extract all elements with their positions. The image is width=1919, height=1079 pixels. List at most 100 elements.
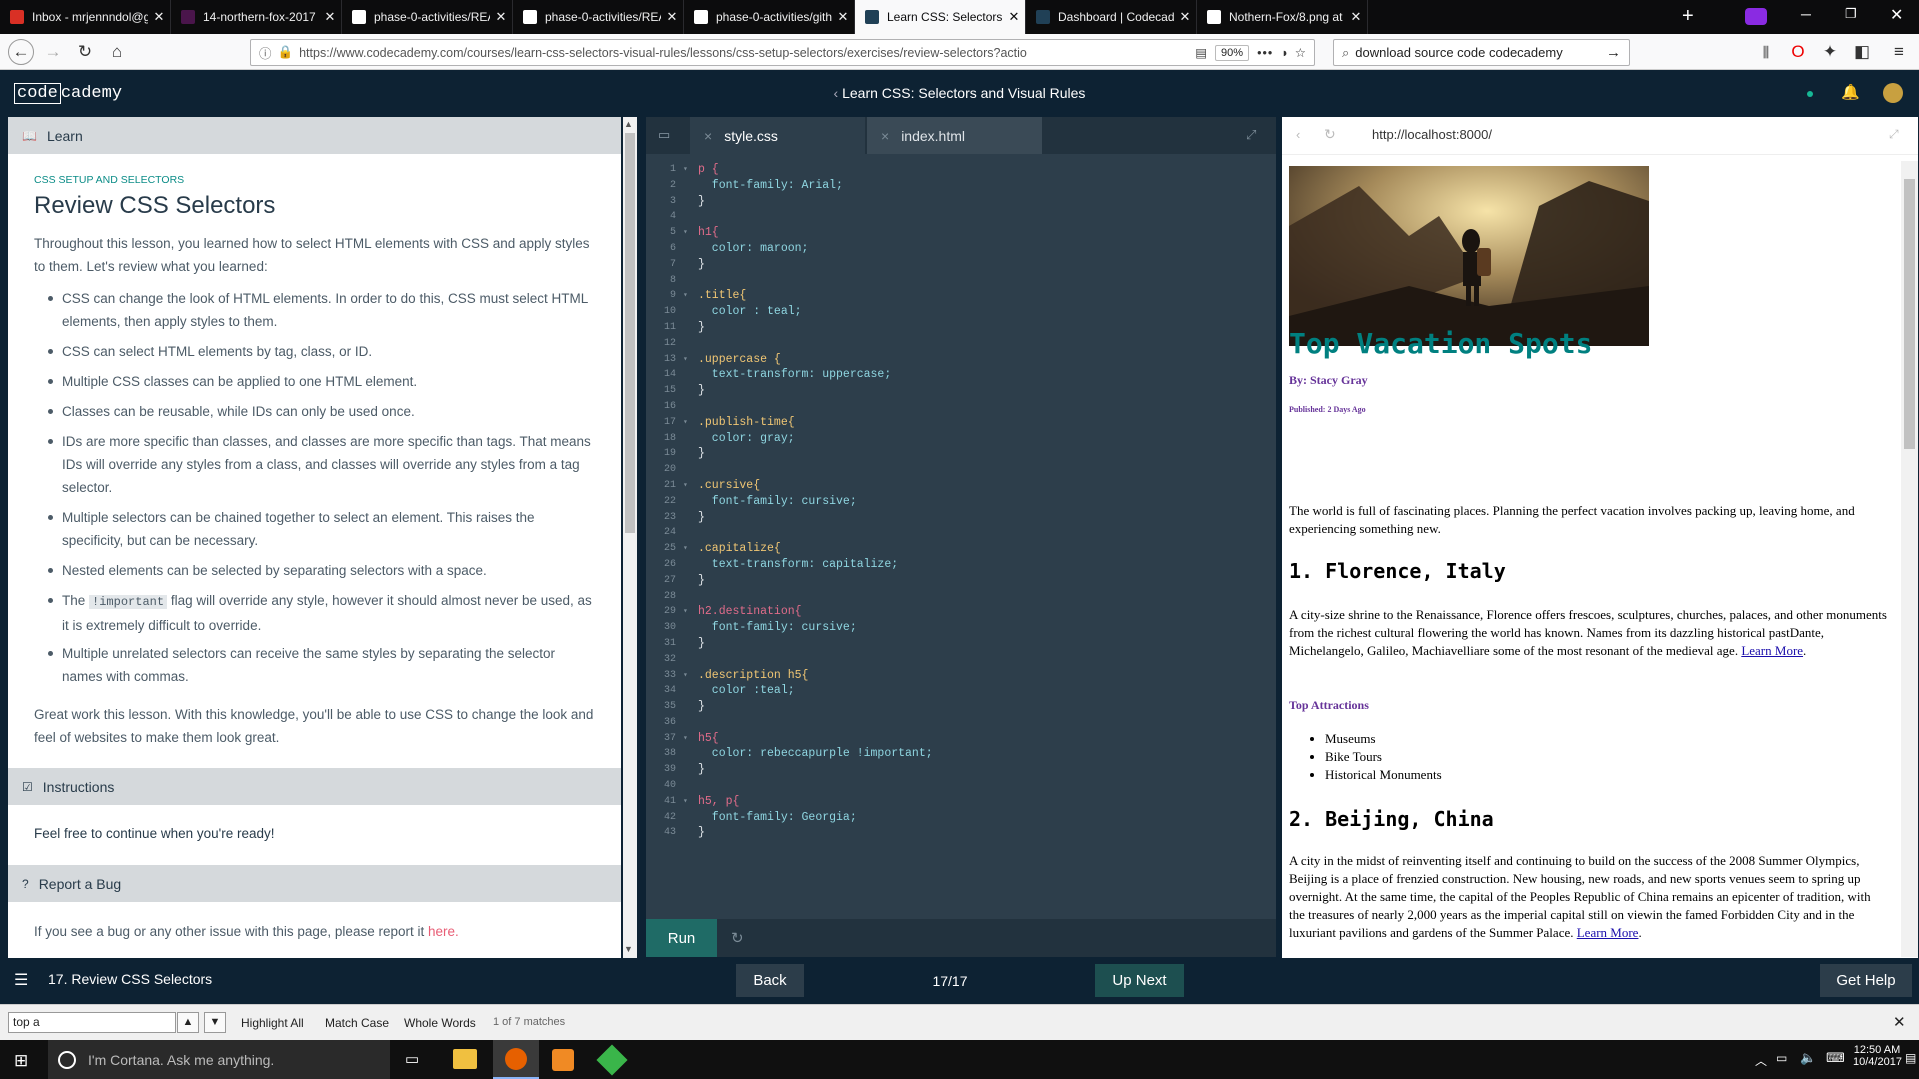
whole-words-toggle[interactable]: Whole Words [404,1016,476,1030]
find-next-icon[interactable]: ▼ [204,1012,226,1033]
fold-arrow-icon[interactable]: ▾ [683,415,688,431]
learn-section-header[interactable]: 📖 Learn [8,117,621,154]
close-tab-icon[interactable]: ✕ [1003,9,1025,25]
opera-icon[interactable]: O [1785,40,1811,64]
git-icon[interactable] [596,1044,628,1076]
file-explorer-icon[interactable] [453,1049,477,1069]
preview-url[interactable]: http://localhost:8000/ [1372,127,1492,142]
minimize-icon[interactable]: ─ [1801,6,1811,22]
menu-hamburger-icon[interactable]: ☰ [14,970,28,990]
new-tab-button[interactable]: + [1682,5,1694,28]
tray-chevron-icon[interactable]: ︿ [1755,1052,1767,1069]
fold-arrow-icon[interactable]: ▾ [683,225,688,241]
firefox-taskbar-item[interactable] [493,1040,539,1079]
run-button[interactable]: Run [646,919,717,957]
search-bar[interactable]: ⌕ download source code codecademy → [1333,39,1630,66]
bookmark-star-icon[interactable]: ☆ [1295,45,1306,60]
keyboard-icon[interactable]: ⌨ [1826,1050,1845,1066]
address-bar[interactable]: ⓘ 🔒 https://www.codecademy.com/courses/l… [250,39,1315,66]
fold-arrow-icon[interactable]: ▾ [683,541,688,557]
back-button[interactable]: Back [736,964,804,997]
scroll-up-icon[interactable]: ▲ [624,119,633,129]
browser-tab[interactable]: Nothern-Fox/8.png at maste✕ [1197,0,1368,34]
preview-expand-icon[interactable]: ⤢ [1889,127,1899,142]
close-tab-icon[interactable]: × [704,128,712,144]
library-icon[interactable]: ⫼ [1753,40,1779,64]
menu-icon[interactable]: ≡ [1886,40,1912,64]
zoom-badge[interactable]: 90% [1215,44,1250,61]
pocket-icon[interactable]: ◗ [1281,46,1289,60]
reset-icon[interactable]: ↻ [731,929,744,947]
fold-arrow-icon[interactable]: ▾ [683,668,688,684]
close-tab-icon[interactable]: ✕ [1174,9,1196,25]
fold-arrow-icon[interactable]: ▾ [683,352,688,368]
scroll-down-icon[interactable]: ▼ [624,944,633,954]
close-tab-icon[interactable]: ✕ [319,9,341,25]
bug-report-link[interactable]: here. [428,924,459,939]
close-window-icon[interactable]: ✕ [1890,5,1903,25]
close-tab-icon[interactable]: ✕ [148,9,170,25]
scroll-thumb[interactable] [625,133,635,533]
expand-icon[interactable]: ⤢ [1246,127,1256,143]
close-tab-icon[interactable]: ✕ [661,9,683,25]
scroll-thumb[interactable] [1904,179,1915,449]
highlight-all-toggle[interactable]: Highlight All [241,1016,304,1030]
course-title[interactable]: ‹ Learn CSS: Selectors and Visual Rules [0,85,1919,101]
up-next-button[interactable]: Up Next [1095,964,1184,997]
learn-more-link[interactable]: Learn More [1741,643,1803,658]
learn-scrollbar[interactable]: ▲ ▼ [623,117,637,958]
network-icon[interactable]: ▭ [1776,1051,1787,1065]
restore-icon[interactable]: ❐ [1845,6,1857,22]
cortana-search[interactable]: I'm Cortana. Ask me anything. [48,1040,390,1079]
get-help-button[interactable]: Get Help [1820,964,1912,997]
code-area[interactable]: 1 ▾ p {2 font-family: Arial; 3} 4 5 ▾ h1{6 colo… [646,162,1276,841]
browser-tab[interactable]: phase-0-activities/github-p✕ [684,0,855,34]
tab-style-css[interactable]: × style.css [690,117,865,154]
back-arrow-icon[interactable]: ← [8,39,34,65]
current-lesson-label[interactable]: 17. Review CSS Selectors [48,971,212,987]
browser-tab[interactable]: Dashboard | Codecademy✕ [1026,0,1197,34]
fold-arrow-icon[interactable]: ▾ [683,288,688,304]
avatar[interactable] [1883,83,1903,103]
browser-tab[interactable]: Learn CSS: Selectors and Visu✕ [855,0,1026,34]
fold-arrow-icon[interactable]: ▾ [683,794,688,810]
match-case-toggle[interactable]: Match Case [325,1016,389,1030]
close-tab-icon[interactable]: ✕ [832,9,854,25]
reader-view-icon[interactable]: ▤ [1195,45,1207,60]
tab-index-html[interactable]: × index.html [867,117,1042,154]
learn-more-link[interactable]: Learn More [1577,925,1639,940]
sidebar-icon[interactable]: ◧ [1849,40,1875,64]
close-tab-icon[interactable]: ✕ [1345,9,1367,25]
sublime-icon[interactable] [552,1049,574,1071]
browser-tab[interactable]: phase-0-activities/README✕ [342,0,513,34]
instructions-section-header[interactable]: ☑ Instructions [8,768,621,805]
preview-refresh-icon[interactable]: ↻ [1324,126,1336,143]
fold-arrow-icon[interactable]: ▾ [683,604,688,620]
report-bug-section-header[interactable]: ? Report a Bug [8,865,621,902]
folder-icon[interactable]: ▭ [658,127,670,143]
browser-tab[interactable]: Inbox - mrjennndol@gmail.c✕ [0,0,171,34]
task-view-icon[interactable]: ▭ [405,1050,419,1068]
volume-icon[interactable]: 🔈 [1800,1050,1816,1066]
search-go-arrow-icon[interactable]: → [1606,44,1621,61]
close-tab-icon[interactable]: ✕ [490,9,512,25]
forward-arrow-icon[interactable]: → [40,40,66,64]
reload-icon[interactable]: ↻ [72,40,98,64]
find-previous-icon[interactable]: ▲ [177,1012,199,1033]
preview-back-icon[interactable]: ‹ [1296,127,1300,142]
close-tab-icon[interactable]: × [881,128,889,144]
close-find-bar-icon[interactable]: ✕ [1893,1013,1906,1031]
fold-arrow-icon[interactable]: ▾ [683,478,688,494]
info-icon[interactable]: ⓘ [259,43,272,62]
browser-tab[interactable]: 14-northern-fox-2017 | Hack✕ [171,0,342,34]
action-center-icon[interactable]: ▤ [1905,1051,1916,1065]
find-input[interactable]: top a [8,1012,176,1033]
fold-arrow-icon[interactable]: ▾ [683,162,688,178]
preview-scrollbar[interactable] [1901,161,1918,957]
extension-icon[interactable]: ✦ [1817,40,1843,64]
fold-arrow-icon[interactable]: ▾ [683,731,688,747]
notification-bell-icon[interactable]: 🔔 [1841,83,1860,101]
page-actions-icon[interactable]: ••• [1257,46,1273,60]
browser-tab[interactable]: phase-0-activities/README✕ [513,0,684,34]
home-icon[interactable]: ⌂ [104,40,130,64]
